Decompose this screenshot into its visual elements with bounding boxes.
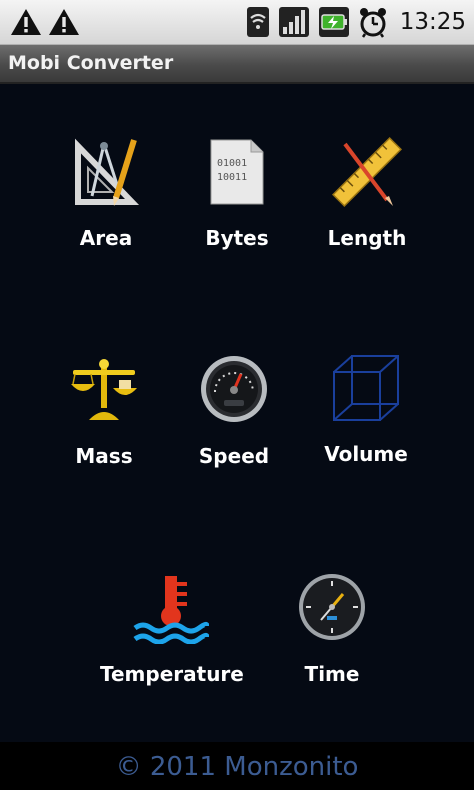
converter-label: Bytes <box>205 226 269 250</box>
app-title: Mobi Converter <box>8 52 174 74</box>
converter-mass[interactable]: Mass <box>44 350 164 480</box>
converter-temperature[interactable]: Temperature <box>100 570 244 700</box>
converter-label: Length <box>327 226 407 250</box>
drafting-tools-icon <box>75 138 140 206</box>
svg-text:01001: 01001 <box>217 158 247 169</box>
ruler-pencil-icon <box>331 136 403 208</box>
svg-text:10011: 10011 <box>217 172 247 183</box>
converter-label: Mass <box>75 444 133 468</box>
converter-label: Volume <box>324 442 408 466</box>
converter-time[interactable]: Time <box>272 570 392 700</box>
binary-document-icon: 01001 10011 <box>210 139 264 205</box>
warning-icon <box>49 9 79 35</box>
footer: © 2011 Monzonito <box>0 742 474 790</box>
converter-speed[interactable]: Speed <box>174 350 294 480</box>
signal-icon <box>278 7 309 37</box>
title-bar: Mobi Converter <box>0 45 474 84</box>
converter-label: Temperature <box>100 662 244 686</box>
clock-icon <box>299 574 365 640</box>
status-bar: 13:25 <box>0 0 474 45</box>
clock-time: 13:25 <box>399 9 466 35</box>
wireframe-cube-icon <box>333 355 399 421</box>
copyright-text: © 2011 Monzonito <box>115 752 359 782</box>
converter-label: Speed <box>198 444 270 468</box>
converter-length[interactable]: Length <box>307 130 427 260</box>
converter-bytes[interactable]: 01001 10011 Bytes <box>177 130 297 260</box>
converter-area[interactable]: Area <box>46 130 166 260</box>
battery-charging-icon <box>318 7 349 37</box>
balance-scale-icon <box>71 359 137 420</box>
thermometer-water-icon <box>133 576 209 644</box>
converter-volume[interactable]: Volume <box>306 350 426 480</box>
speedometer-icon <box>201 356 267 422</box>
converter-label: Area <box>79 226 133 250</box>
wifi-icon <box>246 7 269 37</box>
warning-icon <box>11 9 41 35</box>
converter-label: Time <box>304 662 360 686</box>
alarm-clock-icon <box>359 8 386 38</box>
